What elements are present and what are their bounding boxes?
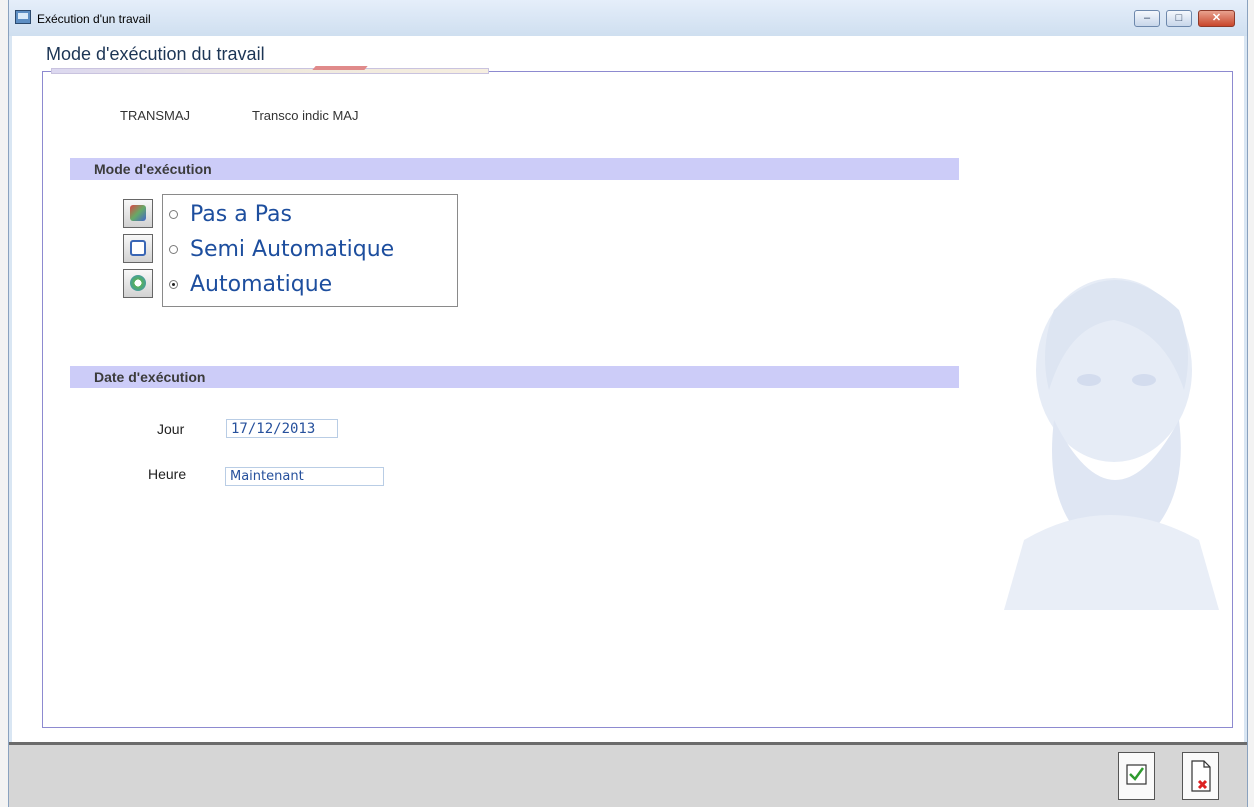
cancel-button[interactable] [1182, 752, 1219, 800]
cancel-icon [1191, 760, 1211, 792]
app-icon [15, 10, 31, 24]
mode-section-title: Mode d'exécution [94, 161, 212, 177]
radio-button-selected[interactable] [169, 279, 178, 289]
hour-input[interactable]: Maintenant [225, 467, 384, 486]
semi-auto-icon[interactable] [123, 234, 153, 263]
radio-button[interactable] [169, 209, 178, 219]
date-section-header: Date d'exécution [70, 366, 959, 388]
auto-icon[interactable] [123, 269, 153, 298]
panel-title: Mode d'exécution du travail [46, 44, 265, 64]
portrait-watermark [1004, 278, 1219, 610]
day-label: Jour [157, 421, 185, 437]
close-button[interactable]: ✕ [1198, 10, 1235, 27]
validate-button[interactable] [1118, 752, 1155, 800]
maximize-button[interactable]: □ [1166, 10, 1192, 27]
radio-label: Semi Automatique [190, 236, 395, 262]
radio-option-semi-automatique[interactable]: Semi Automatique [169, 235, 394, 263]
mode-section-header: Mode d'exécution [70, 158, 959, 180]
radio-label: Automatique [190, 271, 333, 297]
radio-button[interactable] [169, 244, 178, 254]
validate-icon [1126, 764, 1147, 785]
step-icon[interactable] [123, 199, 153, 228]
minimize-button[interactable]: – [1134, 10, 1160, 27]
window: Exécution d'un travail – □ ✕ Mode d'exéc… [8, 0, 1248, 807]
bottom-toolbar [9, 742, 1247, 807]
panel-tab-underline [51, 68, 489, 74]
radio-option-automatique[interactable]: Automatique [169, 270, 332, 298]
title-bar: Exécution d'un travail – □ ✕ [9, 0, 1247, 36]
day-input[interactable]: 17/12/2013 [226, 419, 338, 438]
mode-radio-group: Pas a Pas Semi Automatique Automatique [162, 194, 458, 307]
job-code: TRANSMAJ [120, 108, 191, 123]
job-description: Transco indic MAJ [252, 108, 359, 123]
radio-label: Pas a Pas [190, 201, 292, 227]
date-section-title: Date d'exécution [94, 369, 206, 385]
radio-option-pas-a-pas[interactable]: Pas a Pas [169, 200, 292, 228]
panel-tab-accent [312, 66, 368, 70]
window-title: Exécution d'un travail [37, 12, 151, 26]
hour-label: Heure [148, 466, 187, 482]
